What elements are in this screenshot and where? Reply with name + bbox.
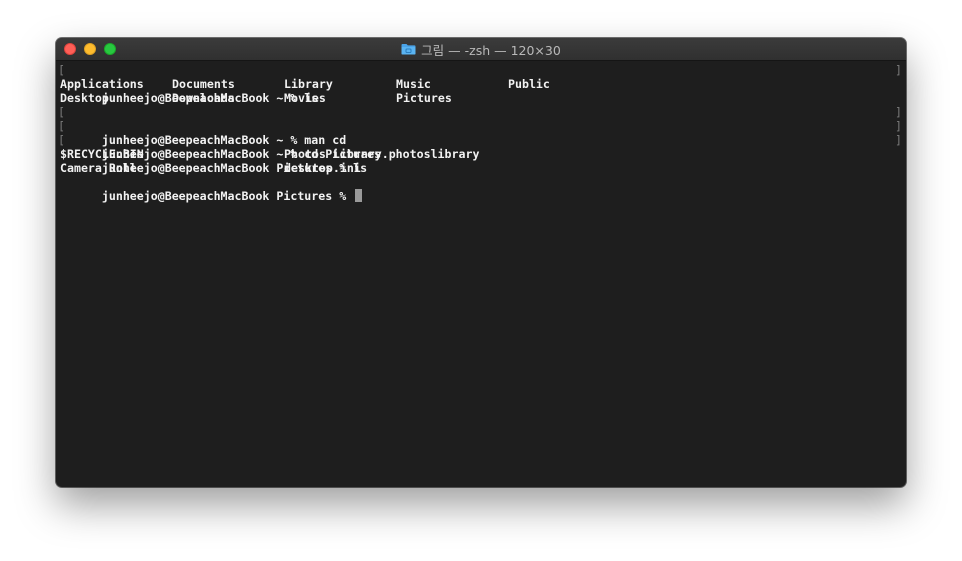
ls-output-row: Camera Roll desktop.ini	[60, 161, 906, 175]
ls-entry: $RECYCLE.BIN	[60, 147, 144, 161]
title-bar[interactable]: 그림 — -zsh — 120×30	[56, 38, 906, 61]
ls-entry: desktop.ini	[284, 161, 361, 175]
terminal-window: 그림 — -zsh — 120×30 [ junheejo@BeepeachMa…	[56, 38, 906, 487]
current-prompt-line[interactable]: junheejo@BeepeachMacBook Pictures %	[60, 175, 906, 203]
ls-entry: Applications	[60, 77, 144, 91]
window-title: 그림 — -zsh — 120×30	[421, 42, 561, 58]
ls-entry: Photos Library.photoslibrary	[284, 147, 480, 161]
terminal-output[interactable]: [ junheejo@BeepeachMacBook ~ % ls ] Appl…	[56, 61, 906, 487]
terminal-line: [ junheejo@BeepeachMacBook ~ % ls ]	[58, 63, 906, 105]
ls-entry: Camera Roll	[60, 161, 137, 175]
line-mark-right: ]	[895, 63, 902, 77]
line-mark-left: [	[58, 63, 65, 77]
terminal-line: [ junheejo@BeepeachMacBook Pictures % ls…	[58, 133, 906, 175]
terminal-line: [ junheejo@BeepeachMacBook ~ % man cd ]	[58, 105, 906, 147]
ls-entry: Documents	[172, 77, 235, 91]
ls-output-row: Desktop Downloads Movies Pictures	[60, 91, 906, 105]
line-mark-right: ]	[895, 105, 902, 119]
ls-entry: Pictures	[396, 91, 452, 105]
ls-output-row: Applications Documents Library Music Pub…	[60, 77, 906, 91]
ls-entry: Music	[396, 77, 431, 91]
ls-entry: Library	[284, 77, 333, 91]
current-prompt: junheejo@BeepeachMacBook Pictures %	[101, 189, 354, 203]
window-title-container: 그림 — -zsh — 120×30	[56, 38, 906, 60]
text-cursor	[355, 189, 363, 202]
line-mark-left: [	[58, 119, 65, 133]
ls-entry: Desktop	[60, 91, 109, 105]
ls-entry: Downloads	[172, 91, 235, 105]
line-mark-left: [	[58, 105, 65, 119]
ls-output-row: $RECYCLE.BIN Photos Library.photoslibrar…	[60, 147, 906, 161]
folder-icon	[401, 44, 416, 55]
ls-entry: Movies	[284, 91, 326, 105]
line-mark-right: ]	[895, 119, 902, 133]
terminal-line: [ junheejo@BeepeachMacBook ~ % cd Pictur…	[58, 119, 906, 161]
ls-entry: Public	[508, 77, 550, 91]
line-mark-right: ]	[895, 133, 902, 147]
line-mark-left: [	[58, 133, 65, 147]
